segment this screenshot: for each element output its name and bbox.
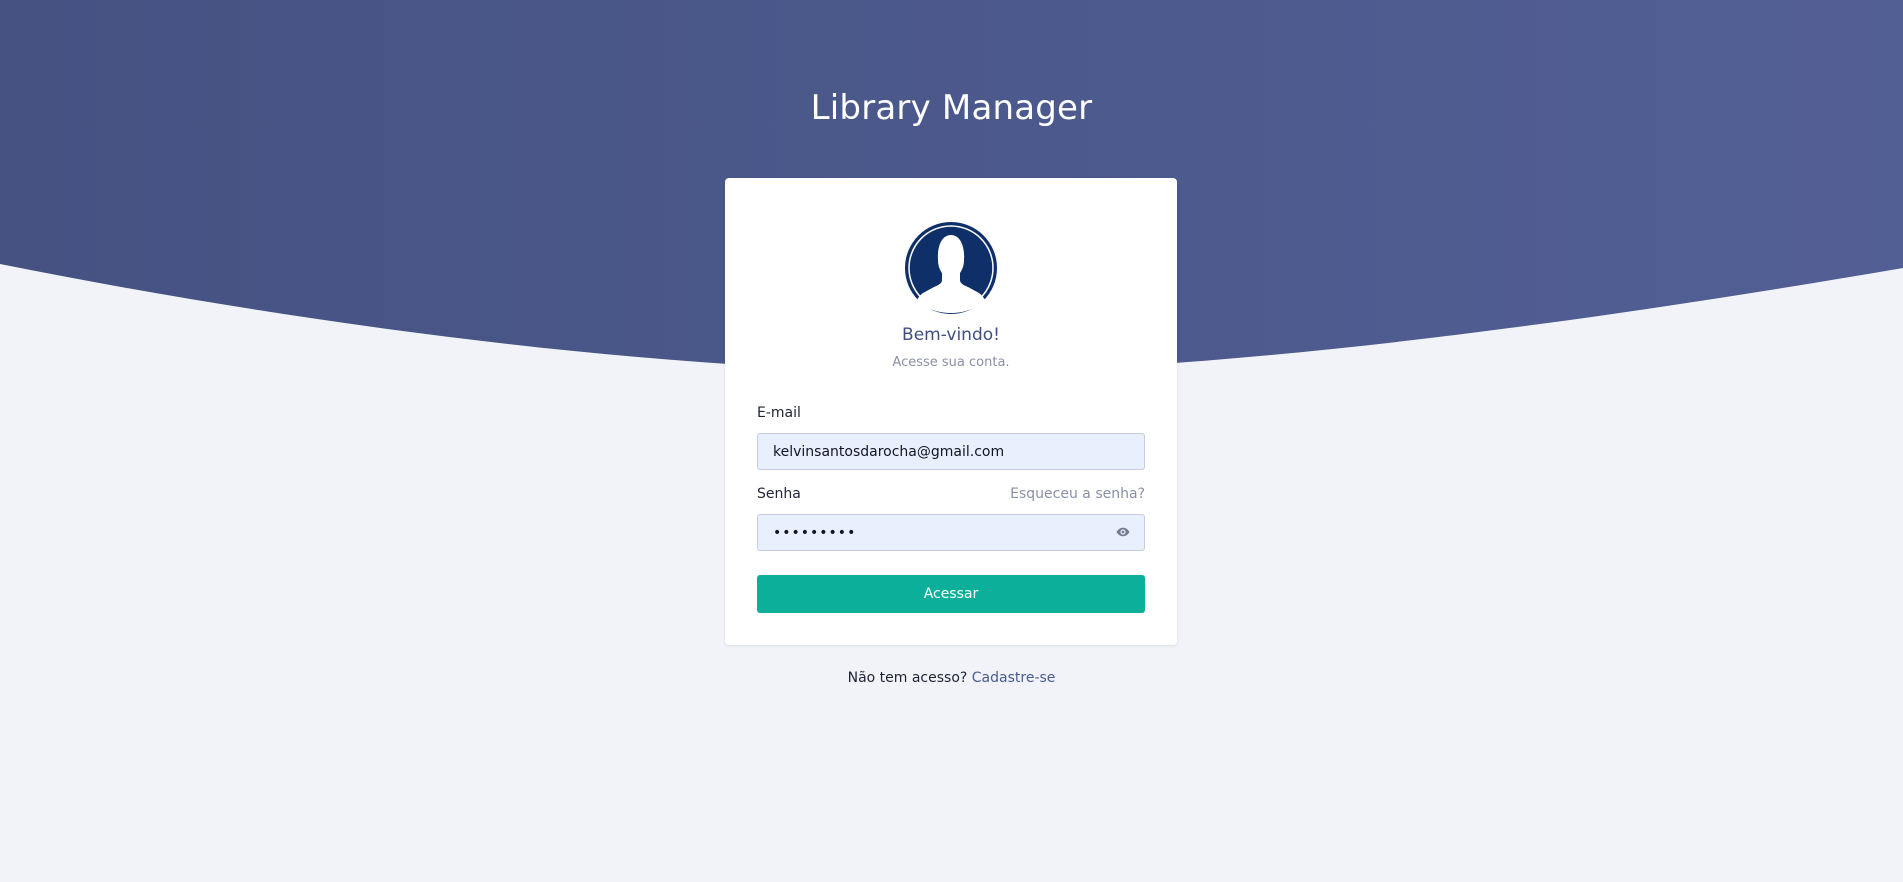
- signup-prompt-text: Não tem acesso?: [847, 670, 972, 686]
- welcome-heading: Bem-vindo!: [902, 325, 1000, 345]
- app-title: Library Manager: [810, 88, 1093, 128]
- forgot-password-link[interactable]: Esqueceu a senha?: [1010, 486, 1145, 502]
- eye-icon[interactable]: [1115, 524, 1131, 540]
- welcome-subtitle: Acesse sua conta.: [892, 355, 1010, 370]
- user-silhouette-icon: [905, 222, 997, 314]
- login-card: Bem-vindo! Acesse sua conta. E-mail Senh…: [725, 178, 1177, 645]
- login-submit-button[interactable]: Acessar: [757, 575, 1145, 613]
- signup-link[interactable]: Cadastre-se: [972, 670, 1056, 686]
- signup-prompt: Não tem acesso? Cadastre-se: [0, 670, 1903, 686]
- login-page: Library Manager Bem-vindo! Acesse sua co…: [0, 0, 1903, 882]
- email-field[interactable]: [757, 433, 1145, 470]
- password-field[interactable]: [757, 514, 1145, 551]
- email-label: E-mail: [757, 405, 801, 421]
- password-label: Senha: [757, 486, 801, 502]
